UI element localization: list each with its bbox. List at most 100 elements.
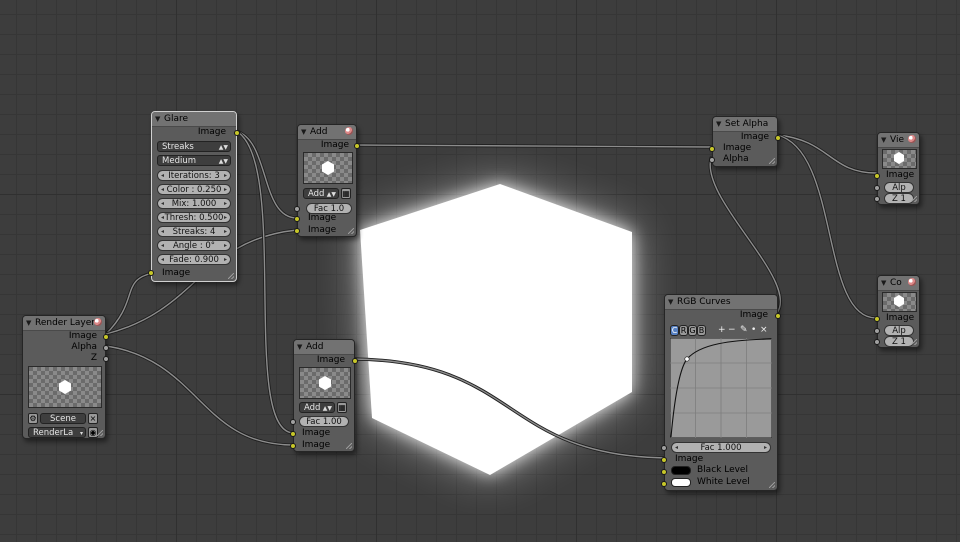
render-layer-selector[interactable]: RenderLa ▾ <box>28 427 86 438</box>
fac-field[interactable]: Fac 1.00 <box>299 416 349 427</box>
node-title: Set Alpha <box>725 119 769 129</box>
z-output-socket[interactable] <box>103 356 109 362</box>
rgb-curves-node-header[interactable]: ▼ RGB Curves <box>665 295 777 310</box>
image-output-socket[interactable] <box>103 334 109 340</box>
mix-field[interactable]: ◂ Mix: 1.000 ▸ <box>157 198 231 209</box>
white-level-swatch[interactable] <box>671 478 691 487</box>
render-layers-node[interactable]: ▼ Render Layer Image Alpha Z ⚙ Scene × R… <box>22 315 109 439</box>
image-input-socket-2[interactable] <box>290 443 296 449</box>
image-input-socket-1[interactable] <box>294 216 300 222</box>
blend-mode-dropdown[interactable]: Add ▲▼ <box>299 402 335 413</box>
viewer-node-header[interactable]: ▼ Vie <box>878 133 919 148</box>
composite-node-header[interactable]: ▼ Co <box>878 276 919 291</box>
tools-wrench-icon[interactable]: ✎ <box>740 325 748 336</box>
collapse-arrow-icon[interactable]: ▼ <box>716 118 721 130</box>
alpha-input-socket[interactable] <box>874 185 880 191</box>
z-field[interactable]: Z 1 <box>884 336 914 347</box>
set-alpha-node-header[interactable]: ▼ Set Alpha <box>713 117 777 132</box>
add-node-bottom[interactable]: ▼ Add Image Add ▲▼ ▦ Fac 1.00 Image Image <box>290 339 358 452</box>
iterations-field[interactable]: ◂ Iterations: 3 ▸ <box>157 170 231 181</box>
z-input-socket[interactable] <box>874 339 880 345</box>
glare-type-dropdown[interactable]: Streaks ▲▼ <box>157 141 231 152</box>
render-icon[interactable]: ◉ <box>88 427 98 438</box>
z-field[interactable]: Z 1 <box>884 193 914 204</box>
collapse-arrow-icon[interactable]: ▼ <box>297 341 302 353</box>
fac-input-socket[interactable] <box>661 445 667 451</box>
preview-thumbnail <box>28 366 102 408</box>
threshold-field[interactable]: ◂ Thresh: 0.500 ▸ <box>157 212 231 223</box>
black-level-socket[interactable] <box>661 469 667 475</box>
image-input-socket[interactable] <box>874 316 880 322</box>
collapse-arrow-icon[interactable]: ▼ <box>155 113 160 125</box>
alpha-output-socket[interactable] <box>103 345 109 351</box>
output-socket[interactable] <box>352 358 358 364</box>
clipping-icon[interactable]: • <box>751 325 756 336</box>
quality-dropdown[interactable]: Medium ▲▼ <box>157 155 231 166</box>
fac-field[interactable]: ◂ Fac 1.000 ▸ <box>671 442 771 453</box>
scene-icon[interactable]: ⚙ <box>28 413 38 424</box>
alpha-checker-icon[interactable]: ▦ <box>337 402 347 413</box>
curve-point[interactable] <box>684 356 690 362</box>
zoom-in-icon[interactable]: + <box>718 325 726 336</box>
close-x-icon[interactable]: × <box>88 413 98 424</box>
viewer-node[interactable]: ▼ Vie Image Alp Z 1 <box>874 132 920 205</box>
curve-graph[interactable] <box>670 338 772 438</box>
image-input-socket-2[interactable] <box>294 228 300 234</box>
input-label: Image <box>675 454 704 464</box>
collapse-arrow-icon[interactable]: ▼ <box>301 126 306 138</box>
blend-mode-dropdown[interactable]: Add ▲▼ <box>303 188 339 199</box>
add-node-header[interactable]: ▼ Add <box>294 340 354 355</box>
collapse-arrow-icon[interactable]: ▼ <box>26 317 31 329</box>
alpha-input-socket[interactable] <box>874 328 880 334</box>
output-label: Image <box>739 310 768 320</box>
output-socket[interactable] <box>354 143 360 149</box>
streaks-field[interactable]: ◂ Streaks: 4 ▸ <box>157 226 231 237</box>
input-label: Image <box>302 440 331 450</box>
delete-point-icon[interactable]: × <box>760 325 768 336</box>
output-socket[interactable] <box>234 130 240 136</box>
output-socket[interactable] <box>775 135 781 141</box>
channel-b-button[interactable]: B <box>697 325 706 336</box>
zoom-out-icon[interactable]: − <box>728 325 736 336</box>
fac-input-socket[interactable] <box>290 419 296 425</box>
collapse-arrow-icon[interactable]: ▼ <box>881 134 886 146</box>
render-layers-node-header[interactable]: ▼ Render Layer <box>23 316 105 331</box>
alpha-input-socket[interactable] <box>709 157 715 163</box>
channel-r-button[interactable]: R <box>679 325 688 336</box>
input-socket[interactable] <box>148 270 154 276</box>
render-icon[interactable] <box>908 135 916 143</box>
image-input-socket[interactable] <box>709 146 715 152</box>
set-alpha-node[interactable]: ▼ Set Alpha Image Image Alpha <box>709 116 781 167</box>
white-level-socket[interactable] <box>661 481 667 487</box>
angle-offset-field[interactable]: ◂ Angle : 0° ▸ <box>157 240 231 251</box>
channel-c-button[interactable]: C <box>670 325 679 336</box>
preview-thumbnail <box>299 367 351 399</box>
add-node-header[interactable]: ▼ Add <box>298 125 356 140</box>
output-socket[interactable] <box>775 313 781 319</box>
render-icon[interactable] <box>908 278 916 286</box>
render-icon[interactable] <box>345 127 353 135</box>
render-icon[interactable] <box>94 318 102 326</box>
black-level-swatch[interactable] <box>671 466 691 475</box>
link-glare-addtop <box>234 129 299 220</box>
node-editor[interactable]: ▼ Glare Image Streaks ▲▼ Medium ▲▼ ◂ Iterat… <box>0 0 960 542</box>
color-modulation-field[interactable]: ◂ Color : 0.250 ▸ <box>157 184 231 195</box>
rgb-curves-node[interactable]: ▼ RGB Curves Image C R G B + − ✎ • × ◂ Fa… <box>661 294 781 491</box>
glare-node-header[interactable]: ▼ Glare <box>152 112 236 127</box>
scene-selector[interactable]: Scene <box>40 413 86 424</box>
collapse-arrow-icon[interactable]: ▼ <box>881 277 886 289</box>
fade-field[interactable]: ◂ Fade: 0.900 ▸ <box>157 254 231 265</box>
add-node-top[interactable]: ▼ Add Image Add ▲▼ ▦ Fac 1.0 Image Image <box>294 124 360 237</box>
image-input-socket[interactable] <box>661 457 667 463</box>
image-input-socket-1[interactable] <box>290 431 296 437</box>
image-input-socket[interactable] <box>874 173 880 179</box>
alpha-field[interactable]: Alp <box>884 325 914 336</box>
alpha-field[interactable]: Alp <box>884 182 914 193</box>
z-input-socket[interactable] <box>874 196 880 202</box>
glare-node[interactable]: ▼ Glare Image Streaks ▲▼ Medium ▲▼ ◂ Iterat… <box>148 111 240 282</box>
fac-input-socket[interactable] <box>294 206 300 212</box>
composite-node[interactable]: ▼ Co Image Alp Z 1 <box>874 275 920 348</box>
collapse-arrow-icon[interactable]: ▼ <box>668 296 673 308</box>
alpha-checker-icon[interactable]: ▦ <box>341 188 351 199</box>
channel-g-button[interactable]: G <box>688 325 697 336</box>
